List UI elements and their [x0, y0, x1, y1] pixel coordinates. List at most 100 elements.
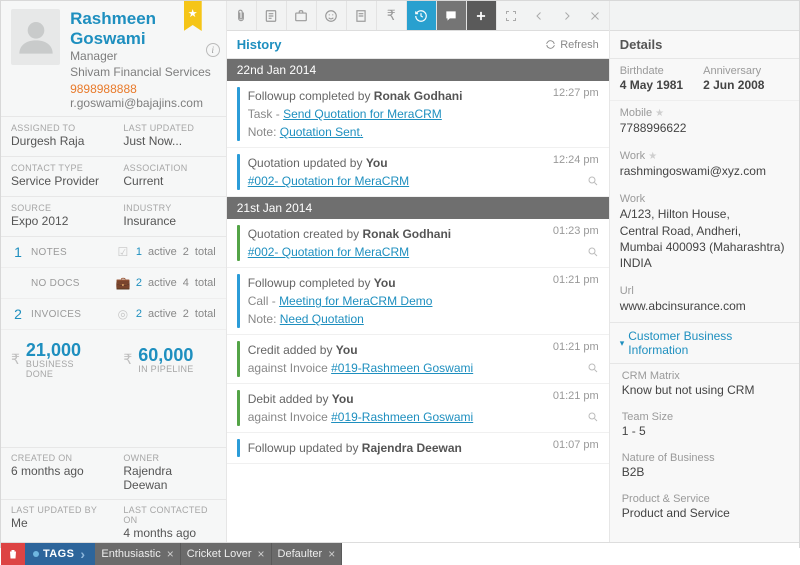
chat-icon[interactable] — [437, 1, 467, 30]
work-email-label: Work — [620, 150, 645, 162]
magnify-icon[interactable] — [587, 362, 599, 377]
association: Current — [123, 174, 215, 188]
history-link[interactable]: #019-Rashmeen Goswami — [331, 410, 473, 424]
briefcase-icon[interactable] — [287, 1, 317, 30]
contact-company: Shivam Financial Services — [70, 65, 216, 81]
note-icon[interactable] — [257, 1, 287, 30]
star-icon: ★ — [655, 108, 664, 119]
url-label: Url — [620, 285, 789, 297]
industry-label: INDUSTRY — [123, 203, 215, 213]
industry: Insurance — [123, 214, 215, 228]
history-item: Quotation updated by You#002- Quotation … — [227, 148, 609, 197]
opportunities-stat[interactable]: 💼2active4total — [106, 268, 226, 299]
history-link[interactable]: #002- Quotation for MeraCRM — [248, 174, 409, 188]
business-info-field: CRM MatrixKnow but not using CRM — [610, 364, 799, 405]
rupee-icon[interactable]: ₹ — [377, 1, 407, 30]
contact-phone[interactable]: 9898988888 — [70, 82, 216, 96]
next-icon[interactable] — [553, 1, 581, 30]
history-icon[interactable] — [407, 1, 437, 30]
mobile-label: Mobile — [620, 107, 652, 119]
anniversary: 2 Jun 2008 — [703, 78, 764, 92]
expand-icon[interactable] — [497, 1, 525, 30]
magnify-icon[interactable] — [587, 175, 599, 190]
work-address: A/123, Hilton House, Central Road, Andhe… — [620, 206, 789, 271]
tag-chip[interactable]: Defaulter× — [272, 543, 343, 565]
profile-header: Rashmeen Goswami Manager Shivam Financia… — [1, 1, 226, 116]
refresh-button[interactable]: Refresh — [545, 39, 599, 51]
tag-chip[interactable]: Enthusiastic× — [95, 543, 180, 565]
clip-icon[interactable] — [227, 1, 257, 30]
tag-remove-icon[interactable]: × — [167, 547, 174, 561]
left-panel: Rashmeen Goswami Manager Shivam Financia… — [1, 1, 227, 547]
assigned-to-label: ASSIGNED TO — [11, 123, 103, 133]
contact-type-label: CONTACT TYPE — [11, 163, 103, 173]
tag-chip[interactable]: Cricket Lover× — [181, 543, 272, 565]
delete-button[interactable] — [1, 543, 25, 565]
briefcase-icon: 💼 — [116, 276, 130, 290]
source-label: SOURCE — [11, 203, 103, 213]
last-updated-by-label: LAST UPDATED BY — [11, 505, 103, 515]
owner-label: OWNER — [123, 453, 215, 463]
history-time: 12:27 pm — [553, 87, 599, 141]
url[interactable]: www.abcinsurance.com — [620, 298, 789, 314]
avatar — [11, 9, 60, 65]
tags-bar: TAGS Enthusiastic×Cricket Lover×Defaulte… — [1, 542, 799, 565]
birthdate: 4 May 1981 — [620, 78, 683, 92]
info-icon[interactable]: i — [206, 43, 220, 57]
quotations-stat[interactable]: ◎2active2total — [106, 299, 226, 330]
history-link[interactable]: #019-Rashmeen Goswami — [331, 361, 473, 375]
star-icon: ★ — [648, 151, 657, 162]
rupee-icon: ₹ — [123, 351, 132, 368]
owner: Rajendra Deewan — [123, 464, 215, 492]
history-item: Credit added by Youagainst Invoice #019-… — [227, 335, 609, 384]
date-band: 21st Jan 2014 — [227, 197, 609, 219]
invoice-icon[interactable] — [347, 1, 377, 30]
last-contacted-label: LAST CONTACTED ON — [123, 505, 215, 525]
details-title: Details — [610, 31, 799, 59]
contact-email[interactable]: r.goswami@bajajins.com — [70, 96, 216, 110]
details-panel: Details Birthdate4 May 1981 Anniversary2… — [610, 1, 799, 547]
check-icon: ☑ — [116, 245, 130, 259]
history-item: Followup completed by YouCall - Meeting … — [227, 268, 609, 335]
business-info-field: Product & ServiceProduct and Service — [610, 487, 799, 528]
work-email: rashmingoswami@xyz.com — [620, 163, 789, 179]
business-info-field: Team Size1 - 5 — [610, 405, 799, 446]
history-link[interactable]: Send Quotation for MeraCRM — [283, 107, 442, 121]
invoices-stat[interactable]: 2INVOICES — [1, 299, 106, 330]
last-contacted: 4 months ago — [123, 526, 215, 540]
history-item: Followup updated by Rajendra Deewan01:07… — [227, 433, 609, 464]
mobile: 7788996622 — [620, 120, 789, 136]
history-item: Debit added by Youagainst Invoice #019-R… — [227, 384, 609, 433]
contact-role: Manager — [70, 49, 216, 65]
history-title: History — [237, 37, 282, 52]
magnify-icon[interactable] — [587, 411, 599, 426]
close-icon[interactable] — [581, 1, 609, 30]
docs-stat[interactable]: NO DOCS — [1, 268, 106, 299]
history-list: 22nd Jan 2014Followup completed by Ronak… — [227, 59, 609, 547]
face-icon[interactable] — [317, 1, 347, 30]
notes-stat[interactable]: 1NOTES — [1, 237, 106, 268]
business-info-field: Nature of BusinessB2B — [610, 446, 799, 487]
tags-label[interactable]: TAGS — [25, 543, 95, 565]
add-button[interactable] — [467, 1, 497, 30]
tasks-stat[interactable]: ☑1active2total — [106, 237, 226, 268]
in-pipeline: ₹60,000IN PIPELINE — [113, 330, 225, 389]
magnify-icon[interactable] — [587, 246, 599, 261]
history-item: Quotation created by Ronak Godhani#002- … — [227, 219, 609, 268]
tag-remove-icon[interactable]: × — [328, 547, 335, 561]
business-info-toggle[interactable]: Customer Business Information — [610, 322, 799, 364]
history-time: 01:21 pm — [553, 274, 599, 328]
association-label: ASSOCIATION — [123, 163, 215, 173]
source: Expo 2012 — [11, 214, 103, 228]
business-done: ₹21,000BUSINESS DONE — [1, 330, 113, 389]
rupee-icon: ₹ — [11, 351, 20, 368]
date-band: 22nd Jan 2014 — [227, 59, 609, 81]
anniversary-label: Anniversary — [703, 65, 764, 77]
created-on: 6 months ago — [11, 464, 103, 478]
history-item: Followup completed by Ronak GodhaniTask … — [227, 81, 609, 148]
history-link[interactable]: Meeting for MeraCRM Demo — [279, 294, 432, 308]
tag-remove-icon[interactable]: × — [258, 547, 265, 561]
last-updated-label: LAST UPDATED — [123, 123, 215, 133]
history-link[interactable]: #002- Quotation for MeraCRM — [248, 245, 409, 259]
prev-icon[interactable] — [525, 1, 553, 30]
